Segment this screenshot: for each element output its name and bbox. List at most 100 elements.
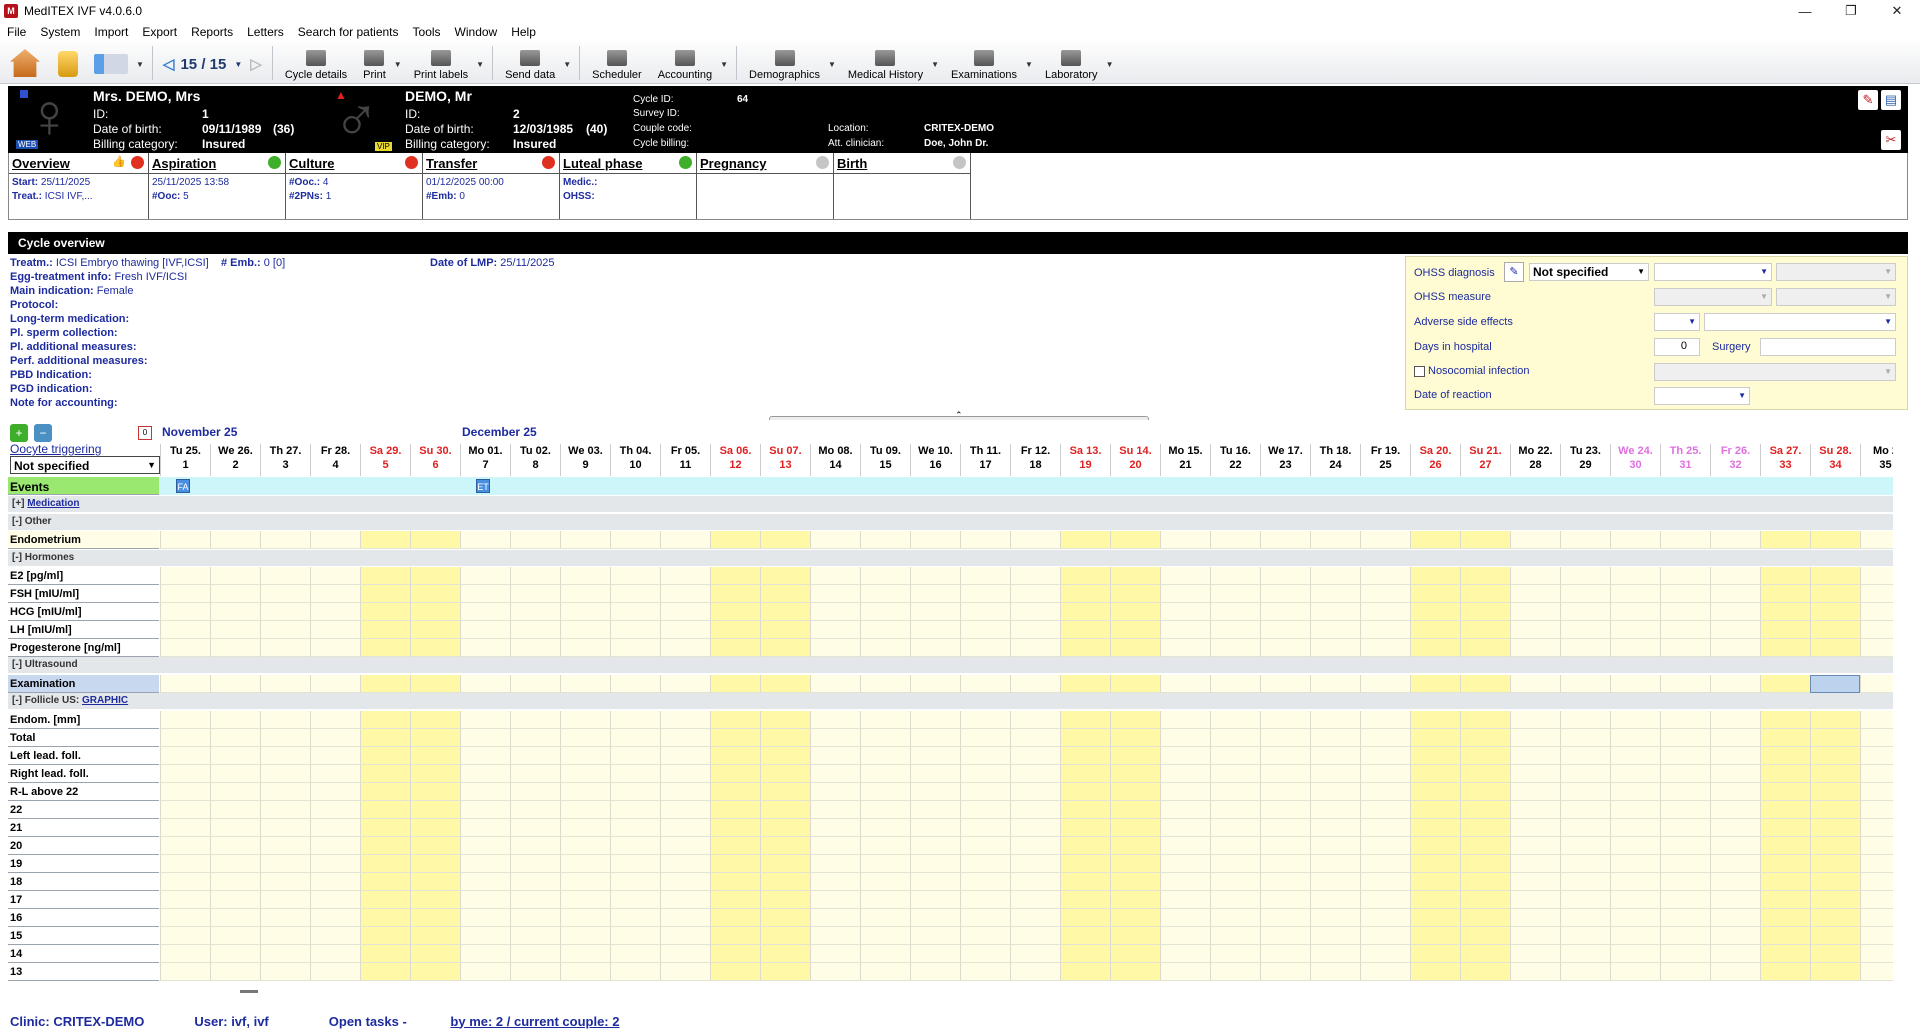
grid-cell[interactable] [1810,927,1860,945]
grid-cell[interactable] [1010,963,1060,981]
grid-cell[interactable] [460,783,510,801]
grid-cell[interactable] [160,675,210,693]
grid-cell[interactable] [710,837,760,855]
grid-cell[interactable] [1860,711,1893,729]
grid-cell[interactable] [910,567,960,585]
grid-cell[interactable] [1710,585,1760,603]
tab-transfer[interactable]: Transfer 01/12/2025 00:00 #Emb: 0 [423,153,560,219]
grid-cell[interactable] [1010,585,1060,603]
grid-cell[interactable] [660,783,710,801]
day-header[interactable]: Su 21. 27 [1460,444,1510,476]
grid-cell[interactable] [1410,801,1460,819]
grid-cell[interactable] [1460,567,1510,585]
grid-cell[interactable] [1610,729,1660,747]
prev-cycle-icon[interactable]: ◁ [163,55,175,73]
grid-cell[interactable] [560,585,610,603]
grid-cell[interactable] [560,567,610,585]
grid-cell[interactable] [1110,567,1160,585]
grid-cell[interactable] [860,909,910,927]
grid-cell[interactable] [660,819,710,837]
grid-cell[interactable] [1760,603,1810,621]
grid-cell[interactable] [1860,603,1893,621]
grid-cell[interactable] [1760,927,1810,945]
grid-cell[interactable] [1660,801,1710,819]
grid-cell[interactable] [160,711,210,729]
grid-cell[interactable] [410,909,460,927]
grid-cell[interactable] [1860,873,1893,891]
grid-cell[interactable] [1860,909,1893,927]
grid-cell[interactable] [710,783,760,801]
group-medication[interactable]: [+] Medication [8,496,1893,512]
grid-cell[interactable] [560,747,610,765]
grid-cell[interactable] [860,747,910,765]
chevron-down-icon[interactable]: ▼ [1106,60,1114,69]
grid-cell[interactable] [360,891,410,909]
grid-cell[interactable] [810,621,860,639]
grid-cell[interactable] [210,963,260,981]
grid-cell[interactable] [1460,585,1510,603]
grid-cell[interactable] [1610,711,1660,729]
grid-cell[interactable] [1260,639,1310,657]
grid-cell[interactable] [1060,747,1110,765]
grid-cell[interactable] [610,837,660,855]
grid-cell[interactable] [260,711,310,729]
grid-cell[interactable] [1010,783,1060,801]
grid-cell[interactable] [1860,765,1893,783]
grid-cell[interactable] [760,819,810,837]
grid-cell[interactable] [1260,675,1310,693]
grid-cell[interactable] [1310,567,1360,585]
grid-cell[interactable] [1160,963,1210,981]
grid-cell[interactable] [560,855,610,873]
grid-cell[interactable] [860,567,910,585]
grid-cell[interactable] [910,945,960,963]
grid-cell[interactable] [1110,621,1160,639]
grid-cell[interactable] [1110,639,1160,657]
grid-cell[interactable] [960,945,1010,963]
grid-cell[interactable] [810,927,860,945]
grid-cell[interactable] [1510,621,1560,639]
grid-cell[interactable] [1760,765,1810,783]
grid-cell[interactable] [1560,603,1610,621]
day-header[interactable]: We 10. 16 [910,444,960,476]
scheduler-button[interactable]: Scheduler [584,43,650,83]
grid-cell[interactable] [1760,837,1810,855]
ohss-diagnosis-sub-select[interactable]: ▼ [1654,263,1772,281]
grid-cell[interactable] [1260,765,1310,783]
grid-cell[interactable] [910,855,960,873]
grid-cell[interactable] [1060,963,1110,981]
grid-cell[interactable] [760,873,810,891]
grid-cell[interactable] [310,945,360,963]
lock-button[interactable] [50,43,86,83]
grid-cell[interactable] [1260,603,1310,621]
grid-cell[interactable] [560,873,610,891]
grid-cell[interactable] [710,675,760,693]
grid-cell[interactable] [1360,531,1410,549]
grid-cell[interactable] [760,675,810,693]
grid-cell[interactable] [760,711,810,729]
grid-cell[interactable] [510,855,560,873]
grid-cell[interactable] [210,729,260,747]
day-header[interactable]: Su 30. 6 [410,444,460,476]
grid-cell[interactable] [360,729,410,747]
grid-cell[interactable] [560,639,610,657]
grid-cell[interactable] [1610,783,1660,801]
grid-cell[interactable] [360,963,410,981]
grid-cell[interactable] [1110,783,1160,801]
grid-cell[interactable] [1010,873,1060,891]
grid-cell[interactable] [660,567,710,585]
demographics-button[interactable]: Demographics [741,43,828,83]
grid-cell[interactable] [960,567,1010,585]
grid-cell[interactable] [1660,747,1710,765]
grid-cell[interactable] [1160,621,1210,639]
grid-cell[interactable] [1660,891,1710,909]
grid-cell[interactable] [710,711,760,729]
grid-cell[interactable] [1210,711,1260,729]
grid-cell[interactable] [1360,711,1410,729]
medical-history-button[interactable]: Medical History [840,43,931,83]
grid-cell[interactable] [1360,567,1410,585]
day-header[interactable]: Th 18. 24 [1310,444,1360,476]
grid-cell[interactable] [760,639,810,657]
grid-cell[interactable] [1460,945,1510,963]
grid-cell[interactable] [560,801,610,819]
grid-cell[interactable] [1510,729,1560,747]
